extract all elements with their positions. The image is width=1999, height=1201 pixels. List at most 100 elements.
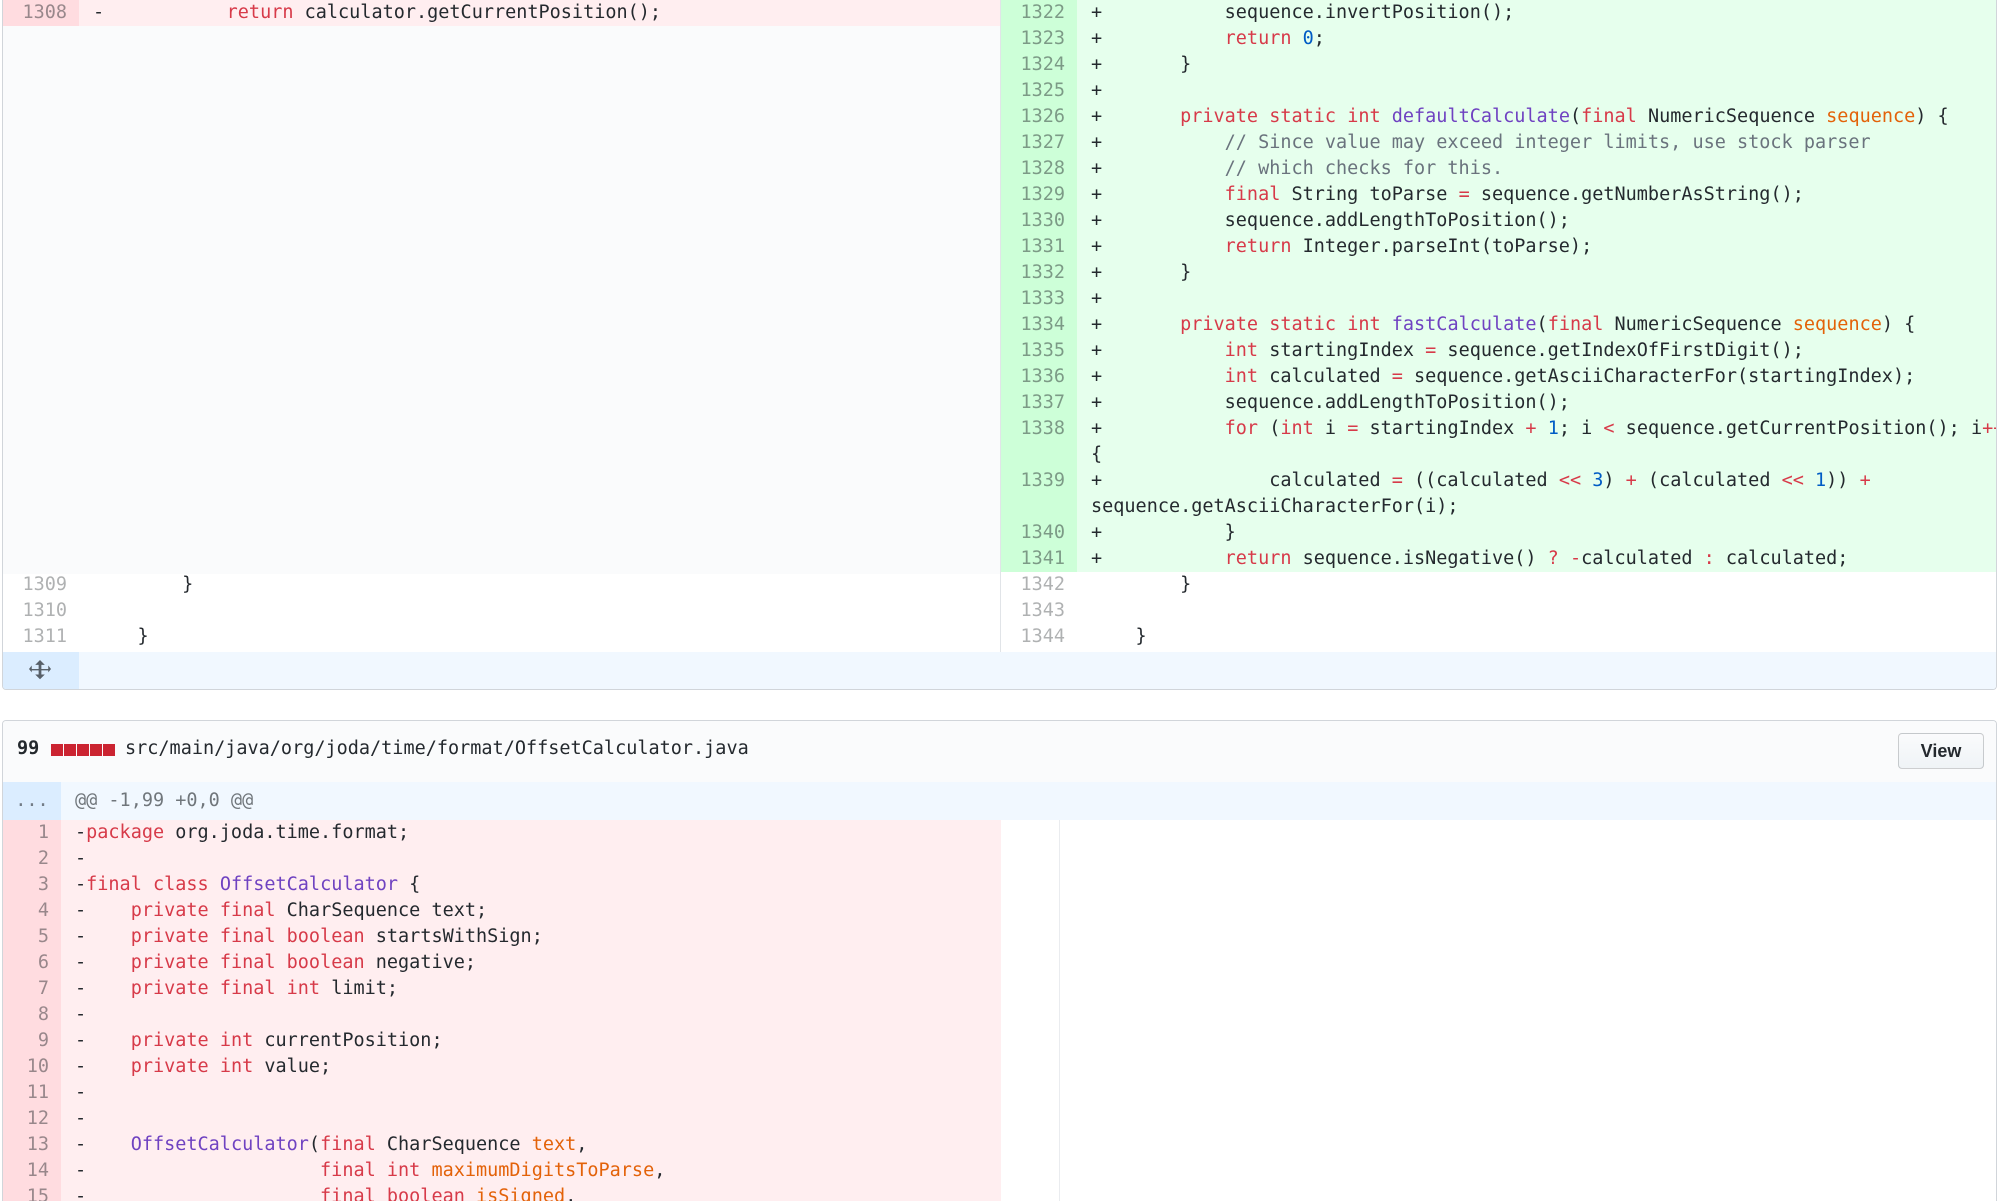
line-number[interactable]: 14 — [3, 1158, 61, 1184]
diff-line: 1324 + } — [1001, 52, 1996, 78]
diff-line: 12- — [3, 1106, 1001, 1132]
line-code: + } — [1091, 520, 1236, 546]
hunk-expand-gutter[interactable]: ... — [3, 782, 61, 820]
code-token: int — [1224, 340, 1259, 361]
line-number[interactable]: 12 — [3, 1106, 61, 1132]
code-token: } — [1091, 626, 1147, 647]
line-number[interactable]: 2 — [3, 846, 61, 872]
line-number[interactable]: 1334 — [1001, 312, 1077, 338]
code-token: } — [93, 626, 149, 647]
code-token: - — [75, 1030, 131, 1051]
line-number[interactable]: 1343 — [1001, 598, 1077, 624]
line-number[interactable]: 1339 — [1001, 468, 1077, 494]
diff-line: 1339 + calculated = ((calculated << 3) + … — [1001, 468, 1996, 494]
line-number[interactable]: 7 — [3, 976, 61, 1002]
diff-line: 9- private int currentPosition; — [3, 1028, 1001, 1054]
code-token: + — [1091, 184, 1225, 205]
line-number[interactable]: 1310 — [3, 598, 79, 624]
line-code: + int calculated = sequence.getAsciiChar… — [1091, 364, 1915, 390]
line-number[interactable]: 1328 — [1001, 156, 1077, 182]
line-number[interactable]: 15 — [3, 1184, 61, 1201]
code-token: 1 — [1547, 418, 1559, 439]
diff-line: 1 -package org.joda.time.format; — [3, 820, 1001, 846]
line-code: + } — [1091, 52, 1191, 78]
code-token: = — [1425, 340, 1437, 361]
line-number[interactable]: 1325 — [1001, 78, 1077, 104]
line-number[interactable]: 1322 — [1001, 0, 1077, 26]
line-number[interactable]: 1309 — [3, 572, 79, 598]
diff-line: 1335 + int startingIndex = sequence.getIn… — [1001, 338, 1996, 364]
line-number[interactable]: 1311 — [3, 624, 79, 650]
code-token: fastCalculate — [1391, 314, 1537, 335]
diff-line: 1336 + int calculated = sequence.getAscii… — [1001, 364, 1996, 390]
line-number[interactable]: 8 — [3, 1002, 61, 1028]
code-token: package — [86, 822, 165, 843]
line-number[interactable]: 5 — [3, 924, 61, 950]
line-number[interactable]: 9 — [3, 1028, 61, 1054]
line-number[interactable]: 1337 — [1001, 390, 1077, 416]
line-number[interactable]: 1335 — [1001, 338, 1077, 364]
code-token: - — [75, 1082, 87, 1103]
code-token: { — [398, 874, 421, 895]
line-code: + // Since value may exceed integer limi… — [1091, 130, 1871, 156]
diff-line: 1326 + private static int defaultCalculat… — [1001, 104, 1996, 130]
unfold-icon[interactable] — [29, 660, 51, 682]
line-number[interactable]: 1341 — [1001, 546, 1077, 572]
line-code: + return Integer.parseInt(toParse); — [1091, 234, 1592, 260]
code-token: private — [1180, 314, 1259, 335]
line-code: + sequence.addLengthToPosition(); — [1091, 390, 1570, 416]
code-token: ) { — [1881, 314, 1916, 335]
line-number[interactable]: 1342 — [1001, 572, 1077, 598]
line-number[interactable]: 1332 — [1001, 260, 1077, 286]
line-number[interactable]: 4 — [3, 898, 61, 924]
expand-gutter[interactable] — [3, 652, 79, 689]
expand-context-row[interactable] — [3, 652, 1996, 689]
line-code: - private final int limit; — [75, 976, 398, 1002]
line-code: + final String toParse = sequence.getNum… — [1091, 182, 1804, 208]
line-number[interactable]: 1333 — [1001, 286, 1077, 312]
code-token: + — [1091, 132, 1225, 153]
line-code: + } — [1091, 260, 1191, 286]
line-number[interactable]: 13 — [3, 1132, 61, 1158]
line-code: - — [75, 1002, 86, 1028]
diff-line: 2- — [3, 846, 1001, 872]
line-number[interactable]: 1338 — [1001, 416, 1077, 442]
code-token: private — [130, 900, 209, 921]
line-number[interactable] — [1001, 494, 1077, 520]
line-number[interactable]: 1324 — [1001, 52, 1077, 78]
line-number[interactable]: 1327 — [1001, 130, 1077, 156]
line-number[interactable]: 1 — [3, 820, 61, 846]
code-token: sequence — [1792, 314, 1882, 335]
line-number[interactable]: 1330 — [1001, 208, 1077, 234]
code-token: isSigned — [476, 1186, 566, 1201]
line-number[interactable]: 6 — [3, 950, 61, 976]
split-diff-view: 1308- return calculator.getCurrentPositi… — [3, 0, 1996, 652]
line-number[interactable]: 1344 — [1001, 624, 1077, 650]
line-number[interactable]: 10 — [3, 1054, 61, 1080]
file-path[interactable]: src/main/java/org/joda/time/format/Offse… — [125, 738, 749, 759]
line-number[interactable] — [1001, 442, 1077, 468]
code-token: return — [226, 2, 294, 23]
code-token: + — [1091, 106, 1181, 127]
code-token: ? — [1547, 548, 1559, 569]
line-number[interactable]: 3 — [3, 872, 61, 898]
line-number[interactable]: 1340 — [1001, 520, 1077, 546]
code-token: , — [576, 1134, 588, 1155]
line-number[interactable]: 1308 — [3, 0, 79, 26]
line-number[interactable]: 1323 — [1001, 26, 1077, 52]
line-number[interactable]: 1331 — [1001, 234, 1077, 260]
line-number[interactable]: 1326 — [1001, 104, 1077, 130]
line-number[interactable]: 1336 — [1001, 364, 1077, 390]
code-token: + — [1091, 366, 1225, 387]
line-number[interactable]: 1329 — [1001, 182, 1077, 208]
code-token: String toParse — [1280, 184, 1459, 205]
code-token: - — [75, 1108, 87, 1129]
line-number[interactable]: 11 — [3, 1080, 61, 1106]
line-code: - final boolean isSigned, — [75, 1184, 576, 1201]
code-token: private — [1180, 106, 1259, 127]
view-file-button[interactable]: View — [1898, 733, 1984, 769]
